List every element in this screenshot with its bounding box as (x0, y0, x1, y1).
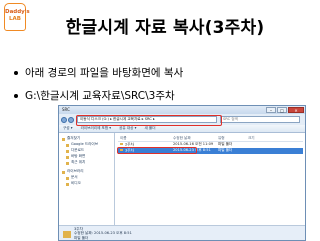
column-header-name[interactable]: 이름 (118, 136, 173, 141)
share-with-button[interactable]: 공유 대상 ▾ (119, 126, 136, 131)
command-toolbar: 구성 ▾ 라이브러리에 포함 ▾ 공유 대상 ▾ 새 폴더 (59, 125, 305, 133)
folder-icon (66, 176, 69, 180)
folder-icon (66, 161, 69, 165)
explorer-body: 즐겨찾기 Google 드라이브 다운로드 바탕 화면 최근 위치 라이브러리 … (59, 133, 305, 225)
bullet-text: G:\한글시계 교육자료\SRC\3주차 (25, 90, 175, 102)
organize-button[interactable]: 구성 ▾ (63, 126, 73, 131)
search-placeholder: SRC 검색 (223, 116, 238, 121)
bullet-list: 아래 경로의 파일을 바탕화면에 복사 G:\한글시계 교육자료\SRC\3주차 (14, 61, 183, 107)
star-icon (62, 137, 65, 141)
details-pane: 3주차 수정한 날짜: 2015-06-23 오후 8:51 파일 폴더 (59, 225, 305, 240)
folder-icon (66, 155, 69, 159)
folder-icon (66, 143, 69, 147)
nav-item-label: 최근 위치 (71, 160, 86, 165)
address-bar-row: 이동식 디스크 (G:) ▸ 한글시계 교육자료 ▸ SRC ▸ SRC 검색 (59, 114, 305, 126)
bullet-text: 아래 경로의 파일을 바탕화면에 복사 (25, 67, 184, 79)
selection-highlight-box (117, 147, 197, 154)
nav-item-label: 다운로드 (71, 148, 85, 153)
nav-item-videos[interactable]: 비디오 (59, 181, 114, 187)
folder-icon (66, 182, 69, 186)
maximize-button[interactable]: □ (277, 107, 287, 113)
library-icon (62, 170, 65, 174)
window-titlebar[interactable]: SRC – □ ✕ (59, 106, 305, 114)
new-folder-button[interactable]: 새 폴더 (144, 126, 155, 131)
navigation-pane: 즐겨찾기 Google 드라이브 다운로드 바탕 화면 최근 위치 라이브러리 … (59, 133, 115, 225)
address-highlight-box (76, 115, 222, 126)
column-header-size[interactable]: 크기 (248, 136, 268, 141)
file-rows: 2주차 2015-06-16 오전 11:09 파일 폴더 3주차 2015-0… (117, 142, 303, 154)
logo-line1: Daddy's (5, 9, 30, 15)
nav-item-label: 바탕 화면 (71, 154, 86, 159)
file-list-pane: 이름 수정한 날짜 유형 크기 2주차 2015-06-16 오전 11:09 … (115, 133, 305, 225)
file-type: 파일 폴더 (218, 148, 233, 153)
logo: Daddy's LAB (4, 3, 30, 31)
bullet-item: G:\한글시계 교육자료\SRC\3주차 (14, 84, 183, 107)
file-name: 2주차 (125, 142, 134, 147)
forward-arrow-icon[interactable] (68, 116, 74, 123)
window-controls: – □ ✕ (266, 107, 305, 113)
minimize-button[interactable]: – (266, 107, 276, 113)
nav-item-label: 즐겨찾기 (67, 136, 81, 141)
nav-item-recent-places[interactable]: 최근 위치 (59, 160, 114, 166)
nav-item-label: Google 드라이브 (71, 142, 99, 147)
nav-item-label: 문서 (71, 175, 78, 180)
window-title: SRC (62, 107, 70, 112)
bullet-dot-icon (14, 93, 18, 98)
nav-item-label: 비디오 (71, 181, 81, 186)
folder-icon (63, 230, 71, 238)
search-input[interactable]: SRC 검색 (220, 116, 300, 123)
folder-icon (120, 142, 123, 146)
close-button[interactable]: ✕ (288, 107, 304, 113)
address-bar[interactable]: 이동식 디스크 (G:) ▸ 한글시계 교육자료 ▸ SRC ▸ (76, 115, 222, 126)
explorer-window: SRC – □ ✕ 이동식 디스크 (G:) ▸ 한글시계 교육자료 ▸ SRC… (58, 105, 306, 241)
nav-item-label: 라이브러리 (67, 169, 84, 174)
bullet-item: 아래 경로의 파일을 바탕화면에 복사 (14, 61, 183, 84)
folder-icon (66, 149, 69, 153)
column-header-date[interactable]: 수정한 날짜 (173, 136, 218, 141)
details-text: 3주차 수정한 날짜: 2015-06-23 오후 8:51 파일 폴더 (74, 227, 132, 240)
file-type: 파일 폴더 (218, 142, 233, 147)
logo-line2: LAB (9, 16, 21, 22)
slide-title: 한글시계 자료 복사(3주차) (65, 18, 265, 38)
include-in-library-button[interactable]: 라이브러리에 포함 ▾ (81, 126, 112, 131)
back-arrow-icon[interactable] (61, 116, 67, 123)
column-header-type[interactable]: 유형 (218, 136, 248, 141)
bullet-dot-icon (14, 70, 18, 75)
